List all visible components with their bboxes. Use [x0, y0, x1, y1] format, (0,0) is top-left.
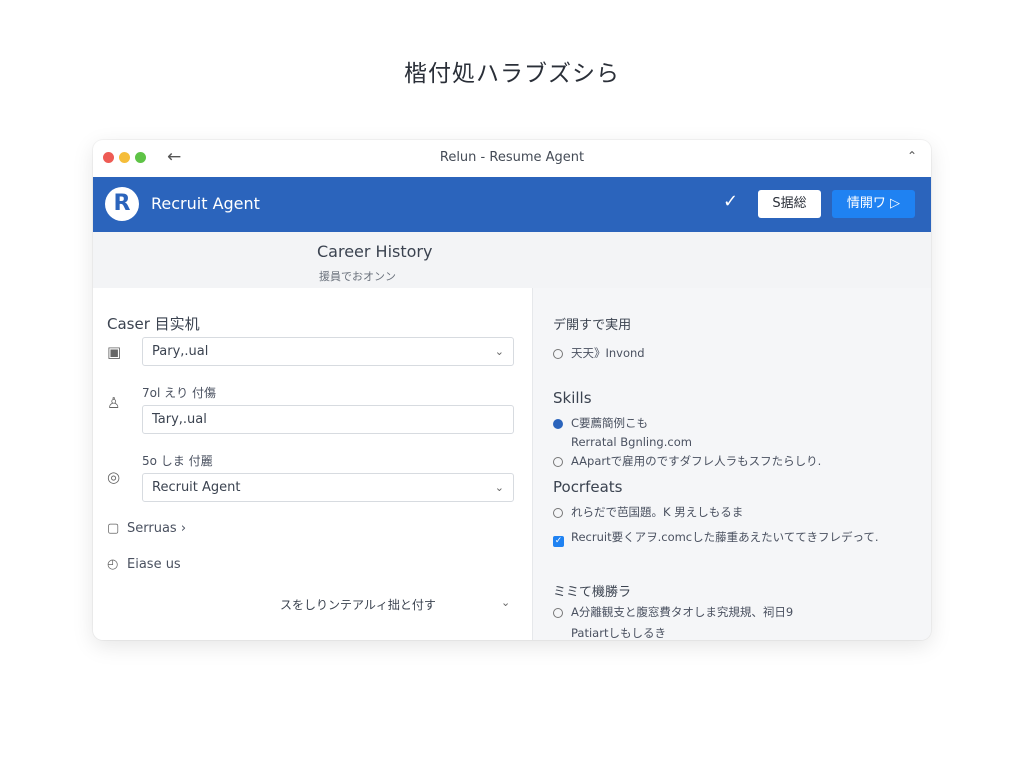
window-title: Relun - Resume Agent: [439, 150, 585, 165]
skills-option-1[interactable]: C要薦簡例こも: [553, 415, 648, 431]
radio-icon: [553, 508, 563, 518]
field2-value: Tary,.ual: [152, 412, 207, 427]
group4-detail: Patiartしもしるき: [571, 626, 666, 640]
document-icon: ▣: [107, 343, 122, 361]
features-option-1-label: れらだで芭国題。K 男えしもるま: [571, 505, 744, 519]
chevron-up-icon[interactable]: ⌃: [907, 149, 917, 163]
badge-icon: ◎: [107, 468, 121, 486]
features-option-1[interactable]: れらだで芭国題。K 男えしもるま: [553, 504, 743, 520]
more-toggle[interactable]: スをしりンテアルィ拙と付す: [280, 596, 436, 613]
checkbox-checked-icon: ✓: [553, 536, 564, 547]
skills-detail: Rerratal Bgnling.com: [571, 435, 692, 449]
radio-icon: [553, 608, 563, 618]
skills-option-1-label: C要薦簡例こも: [571, 416, 649, 430]
chevron-down-icon[interactable]: ⌄: [501, 596, 510, 609]
radio-icon: [553, 457, 563, 467]
group1-option-label: 天天》Invond: [571, 346, 645, 360]
title-bar: ← Relun - Resume Agent ⌃: [93, 140, 931, 177]
app-header: R Recruit Agent ✓ S据総 情開ワ ▷: [93, 177, 931, 232]
chevron-down-icon: ⌄: [494, 345, 504, 358]
field2-input[interactable]: Tary,.ual: [142, 405, 514, 434]
group1-option[interactable]: 天天》Invond: [553, 345, 645, 361]
file-icon: ▢: [107, 521, 120, 536]
career-form-panel: Caser 目实机 ▣ Pary,.ual ⌄ 7ol えり 付傷 ♙ Tary…: [93, 288, 532, 640]
section-title: Career History: [317, 242, 433, 261]
app-name: Recruit Agent: [151, 194, 260, 213]
contact-link-label: Eiase us: [127, 557, 181, 572]
skills-option-2[interactable]: AApartで雇用のですダフレ人ラもスフたらしり.: [553, 453, 821, 469]
app-window: ← Relun - Resume Agent ⌃ R Recruit Agent…: [93, 140, 931, 640]
skills-heading: Skills: [553, 389, 592, 407]
contact-link[interactable]: ◴ Eiase us: [107, 557, 181, 572]
field2-label: 7ol えり 付傷: [142, 386, 216, 400]
features-heading: Pocrfeats: [553, 478, 623, 496]
secondary-button[interactable]: S据総: [758, 190, 821, 218]
services-link[interactable]: ▢ Serruas ›: [107, 521, 186, 536]
services-link-label: Serruas ›: [127, 521, 187, 536]
career-select-value: Pary,.ual: [152, 344, 209, 359]
options-panel: デ開すで実用 天天》Invond Skills C要薦簡例こも Rerratal…: [532, 288, 931, 640]
features-option-2-label: Recruit要くアヲ.comcした藤重あえたいててきフレデって.: [571, 530, 879, 544]
group4-heading: ミミて機勝ラ: [553, 585, 632, 600]
chevron-down-icon: ⌄: [494, 481, 504, 494]
field3-label: 5o しま 付麗: [142, 454, 213, 468]
skills-option-2-label: AApartで雇用のですダフレ人ラもスフたらしり.: [571, 454, 822, 468]
section-subtitle: 援員でおオンン: [319, 270, 396, 283]
form-heading: Caser 目实机: [107, 315, 200, 333]
agent-select-value: Recruit Agent: [152, 480, 241, 495]
agent-select[interactable]: Recruit Agent ⌄: [142, 473, 514, 502]
career-select[interactable]: Pary,.ual ⌄: [142, 337, 514, 366]
radio-icon: [553, 349, 563, 359]
group4-option[interactable]: A分離観支と腹窓費タオしま究規規、祠日9: [553, 604, 793, 620]
app-logo: R: [105, 187, 139, 221]
clock-icon: ◴: [107, 557, 119, 572]
features-option-2[interactable]: ✓ Recruit要くアヲ.comcした藤重あえたいててきフレデって.: [553, 529, 879, 547]
group4-option-label: A分離観支と腹窓費タオしま究規規、祠日9: [571, 605, 794, 619]
primary-button[interactable]: 情開ワ ▷: [832, 190, 915, 218]
page-heading: 楷付処ハラブズシら: [404, 61, 620, 87]
section-header: Career History 援員でおオンン: [93, 232, 931, 288]
group1-heading: デ開すで実用: [553, 318, 632, 333]
checkmark-icon[interactable]: ✓: [723, 191, 738, 212]
radio-selected-icon: [553, 419, 563, 429]
user-icon: ♙: [107, 394, 121, 412]
